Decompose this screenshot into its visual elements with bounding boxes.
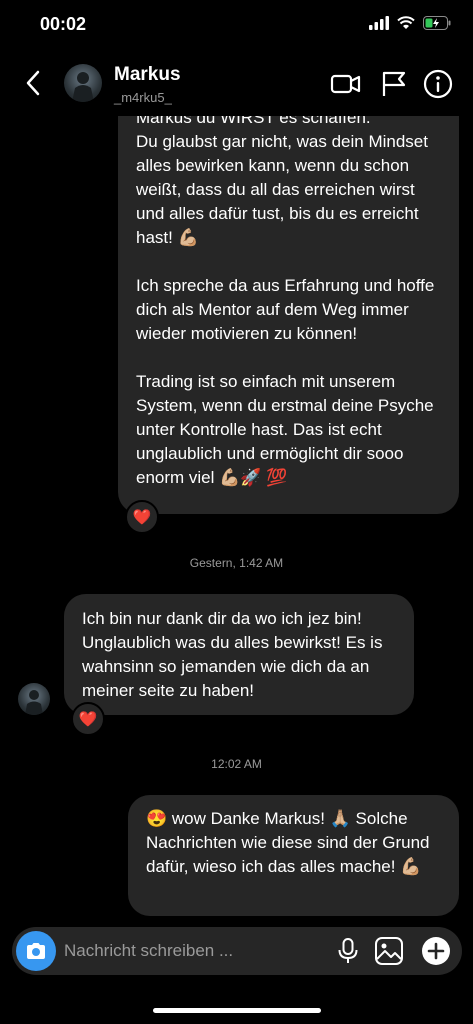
sender-avatar[interactable] (18, 683, 50, 715)
message-bubble-incoming[interactable]: Ich bin nur dank dir da wo ich jez bin! … (64, 594, 414, 715)
message-text: Du glaubst gar nicht, was dein Mindset a… (136, 132, 428, 247)
info-button[interactable] (422, 68, 454, 100)
video-camera-icon (330, 74, 361, 94)
message-text: Ich bin nur dank dir da wo ich jez bin! … (82, 609, 383, 700)
plus-icon (427, 942, 445, 960)
home-indicator (153, 1008, 321, 1013)
status-icons (369, 16, 451, 30)
image-icon (375, 937, 403, 965)
report-button[interactable] (378, 68, 410, 100)
avatar[interactable] (64, 64, 102, 102)
contact-name[interactable]: Markus (114, 64, 181, 86)
camera-button[interactable] (16, 931, 56, 971)
info-icon (423, 69, 453, 99)
chat-header: Markus _m4rku5_ (0, 52, 473, 116)
flag-icon (382, 71, 406, 96)
message-text: Ich spreche da aus Erfahrung und hoffe d… (136, 276, 435, 343)
add-button[interactable] (422, 937, 450, 965)
voice-message-button[interactable] (334, 937, 362, 965)
signal-icon (369, 16, 389, 30)
chevron-left-icon (26, 70, 40, 96)
timestamp: Gestern, 1:42 AM (189, 556, 284, 570)
message-bubble-incoming[interactable]: Markus du WIRST es schaffen. Du glaubst … (118, 80, 459, 514)
battery-icon (423, 16, 451, 30)
message-text: 😍 wow Danke Markus! 🙏🏼 Solche Nachrichte… (146, 809, 430, 876)
microphone-icon (338, 938, 358, 963)
gallery-button[interactable] (374, 936, 404, 966)
wifi-icon (397, 16, 415, 29)
heart-reaction[interactable]: ❤️ (71, 702, 105, 736)
status-time: 00:02 (40, 14, 87, 34)
message-text: Trading ist so einfach mit unserem Syste… (136, 372, 434, 487)
message-bubble-outgoing[interactable]: 😍 wow Danke Markus! 🙏🏼 Solche Nachrichte… (128, 795, 459, 916)
message-composer: Nachricht schreiben ... (12, 927, 462, 975)
message-input[interactable]: Nachricht schreiben ... (64, 941, 233, 961)
timestamp: 12:02 AM (211, 757, 262, 771)
camera-icon (27, 943, 45, 959)
video-call-button[interactable] (330, 68, 362, 100)
back-button[interactable] (20, 66, 48, 100)
contact-handle: _m4rku5_ (114, 90, 172, 105)
heart-reaction[interactable]: ❤️ (125, 500, 159, 534)
